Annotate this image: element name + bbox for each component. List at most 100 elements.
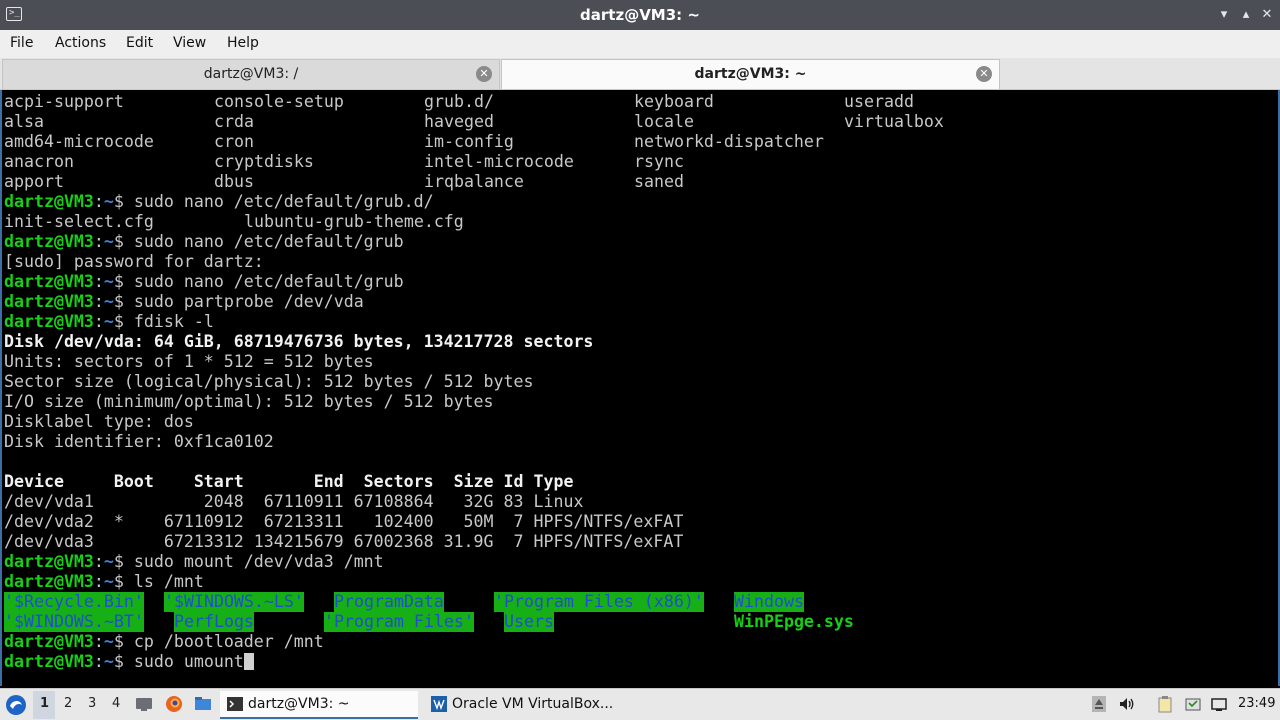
virtualbox-icon [431,696,447,712]
prompt-dollar: $ [113,632,134,651]
command-text: sudo nano /etc/default/grub.d/ [133,192,434,211]
lubuntu-start-menu-icon[interactable] [4,693,28,717]
prompt-user: dartz@VM3 [4,632,94,651]
terminal-icon [227,697,243,711]
prompt-dir: ~ [103,232,114,251]
prompt-dollar: $ [113,292,134,311]
prompt-user: dartz@VM3 [4,232,94,251]
prompt-dir: ~ [103,632,114,651]
dir-entry: ProgramData [334,592,444,612]
file-manager-icon[interactable] [193,694,213,714]
listing-entry: cryptdisks [214,152,314,171]
prompt-dir: ~ [103,572,114,591]
mnt-listing-row: '$Recycle.Bin' '$WINDOWS.~LS' ProgramDat… [4,592,804,612]
menu-bar: File Actions Edit View Help [0,30,1280,58]
tab-home[interactable]: dartz@VM3: ~ ✕ [501,59,1000,89]
prompt-separator: : [93,652,104,671]
tab-root[interactable]: dartz@VM3: / ✕ [2,59,500,89]
listing-entry: virtualbox [844,112,944,131]
listing-entry: apport [4,172,64,191]
firefox-icon[interactable] [164,694,184,714]
dir-entry: Windows [734,592,804,612]
listing-row: amd64-microcode cron im-config networkd-… [4,132,824,152]
listing-entry: useradd [844,92,914,111]
listing-entry: anacron [4,152,74,171]
tab-close-icon[interactable]: ✕ [976,66,992,82]
menu-actions[interactable]: Actions [55,35,106,51]
clock[interactable]: 23:49 [1238,696,1275,711]
disk-info-line: Units: sectors of 1 * 512 = 512 bytes [4,352,374,371]
listing-entry: saned [634,172,684,191]
terminal-output[interactable]: acpi-support console-setup grub.d/ keybo… [0,90,1280,686]
prompt-dollar: $ [113,272,134,291]
listing-entry: grub.d/ [424,92,494,111]
prompt-user: dartz@VM3 [4,272,94,291]
clipboard-icon[interactable] [1156,695,1174,713]
prompt-dir: ~ [103,192,114,211]
network-icon[interactable] [1210,695,1228,713]
minimize-button[interactable]: ▾ [1214,5,1234,25]
prompt-dollar: $ [113,652,134,671]
listing-entry: dbus [214,172,254,191]
eject-icon[interactable] [1090,695,1108,713]
listing-entry: locale [634,112,694,131]
menu-edit[interactable]: Edit [126,35,153,51]
command-text: ls /mnt [133,572,204,591]
show-desktop-icon[interactable] [134,694,154,714]
dir-entry: 'Program Files' [324,612,474,632]
prompt-dir: ~ [103,312,114,331]
tab-close-icon[interactable]: ✕ [476,66,492,82]
command-line: dartz@VM3:~$ sudo nano /etc/default/grub [4,272,404,292]
partition-row: /dev/vda3 67213312 134215679 67002368 31… [4,532,684,551]
disk-info-line: Sector size (logical/physical): 512 byte… [4,372,534,391]
output-line: init-select.cfg lubuntu-grub-theme.cfg [4,212,464,232]
menu-view[interactable]: View [173,35,206,51]
prompt-user: dartz@VM3 [4,192,94,211]
task-label: Oracle VM VirtualBox... [452,696,614,712]
maximize-button[interactable]: ▴ [1236,5,1256,25]
listing-entry: im-config [424,132,514,151]
menu-help[interactable]: Help [227,35,259,51]
workspace-4[interactable]: 4 [112,696,120,711]
listing-entry: acpi-support [4,92,124,111]
partition-row: /dev/vda1 2048 67110911 67108864 32G 83 … [4,492,584,511]
command-text: sudo partprobe /dev/vda [133,292,364,311]
listing-entry: cron [214,132,254,151]
window-titlebar[interactable]: >_ dartz@VM3: ~ ▾ ▴ ✕ [0,0,1280,30]
prompt-separator: : [93,272,104,291]
dir-entry: '$Recycle.Bin' [4,592,144,612]
listing-entry: crda [214,112,254,131]
file-entry: init-select.cfg [4,212,154,231]
tab-bar: dartz@VM3: / ✕ dartz@VM3: ~ ✕ [0,58,1280,90]
dir-entry: '$WINDOWS.~LS' [164,592,304,612]
prompt-separator: : [93,292,104,311]
tab-label: dartz@VM3: ~ [694,66,807,82]
taskbar: 1 2 3 4 dartz@VM3: ~ Oracle VM VirtualBo… [0,688,1280,720]
prompt-dollar: $ [113,192,134,211]
command-text: sudo mount /dev/vda3 /mnt [133,552,384,571]
disk-header: Disk /dev/vda: 64 GiB, 68719476736 bytes… [4,332,594,351]
listing-entry: amd64-microcode [4,132,154,151]
command-line: dartz@VM3:~$ sudo partprobe /dev/vda [4,292,364,312]
workspace-3[interactable]: 3 [88,696,96,711]
dir-entry: '$WINDOWS.~BT' [4,612,144,632]
disk-info-line: I/O size (minimum/optimal): 512 bytes / … [4,392,494,411]
sudo-password-prompt: [sudo] password for dartz: [4,252,264,271]
workspace-2[interactable]: 2 [64,696,72,711]
prompt-user: dartz@VM3 [4,572,94,591]
mnt-listing-row: '$WINDOWS.~BT' PerfLogs 'Program Files' … [4,612,854,632]
workspace-1[interactable]: 1 [40,696,49,711]
task-label: dartz@VM3: ~ [248,696,350,712]
prompt-user: dartz@VM3 [4,552,94,571]
menu-file[interactable]: File [10,35,33,51]
command-line: dartz@VM3:~$ cp /bootloader /mnt [4,632,324,652]
updates-icon[interactable] [1184,695,1202,713]
close-window-button[interactable]: ✕ [1257,5,1277,25]
taskbar-task-virtualbox[interactable]: Oracle VM VirtualBox... [424,691,624,719]
volume-icon[interactable] [1118,695,1136,713]
file-entry: lubuntu-grub-theme.cfg [244,212,464,231]
taskbar-task-terminal[interactable]: dartz@VM3: ~ [220,691,418,719]
prompt-separator: : [93,632,104,651]
listing-entry: rsync [634,152,684,171]
prompt-user: dartz@VM3 [4,292,94,311]
